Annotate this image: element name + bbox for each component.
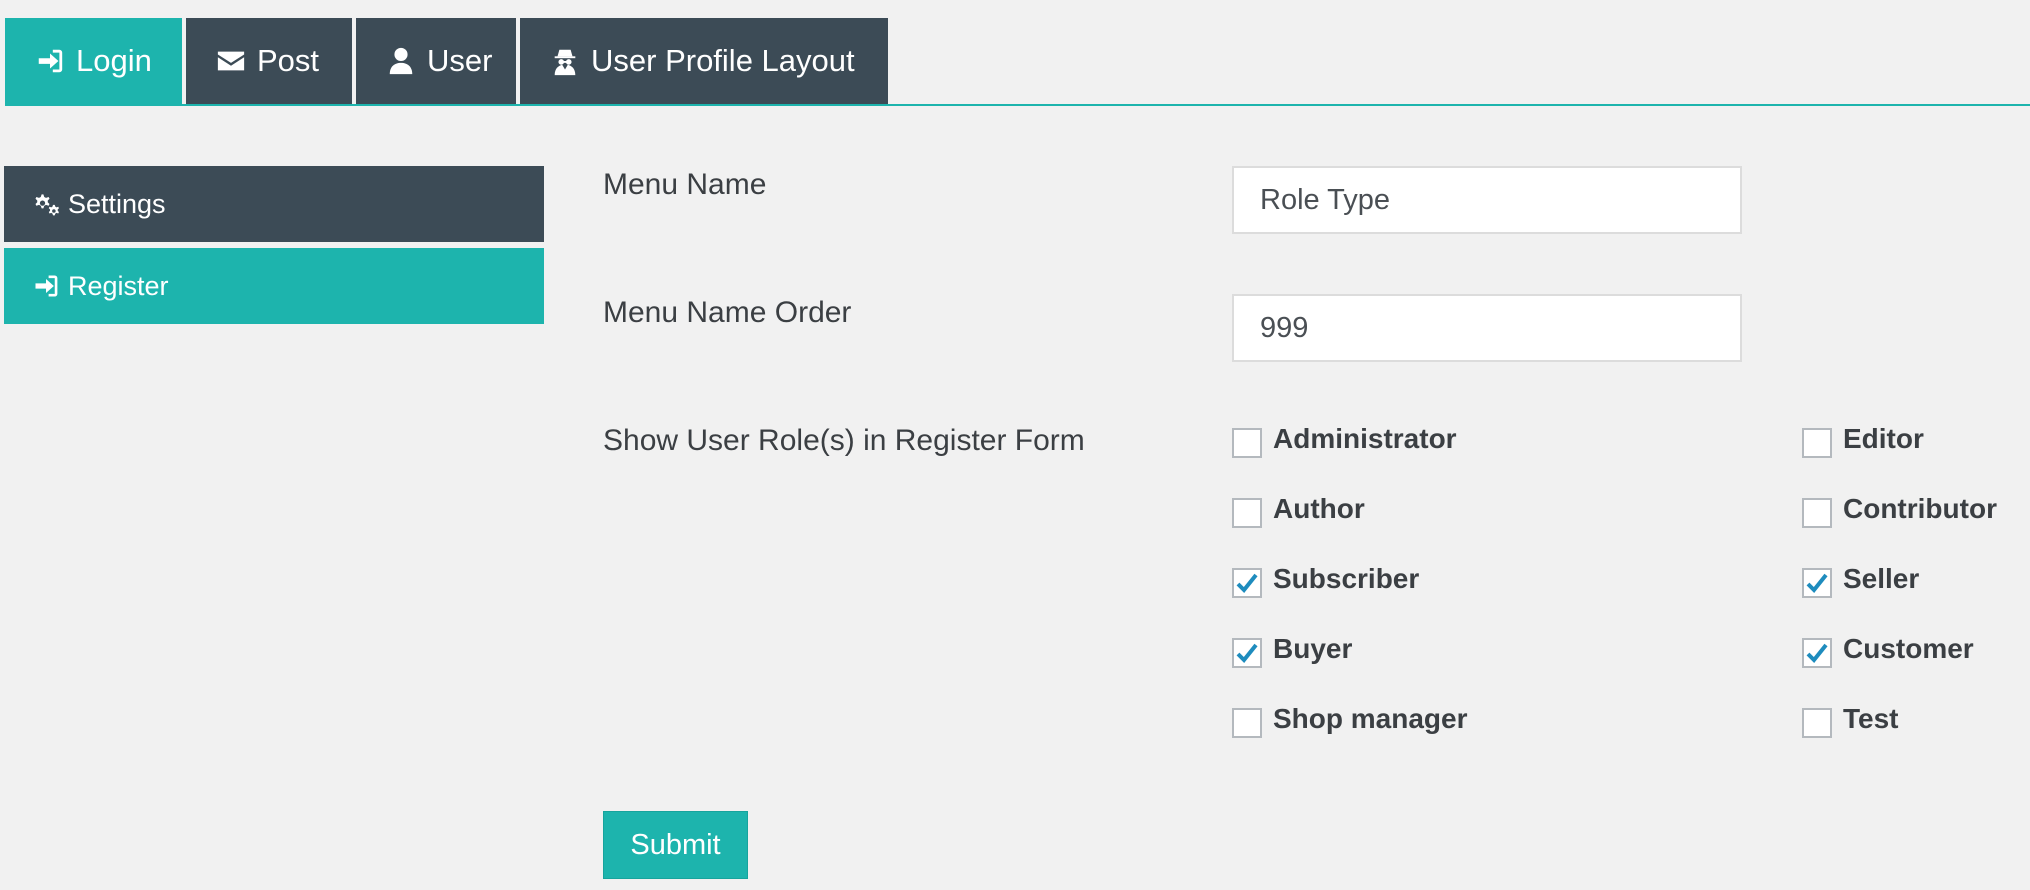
role-option-contributor[interactable]: Contributor [1802, 493, 1997, 528]
role-option-editor[interactable]: Editor [1802, 423, 1924, 458]
user-roles-label: Show User Role(s) in Register Form [603, 424, 1085, 457]
checkmark-icon [1806, 643, 1828, 663]
role-checkbox[interactable] [1802, 708, 1832, 738]
role-option-author[interactable]: Author [1232, 493, 1365, 528]
role-label: Customer [1843, 633, 1974, 664]
role-option-customer[interactable]: Customer [1802, 633, 1974, 668]
user-secret-icon [550, 46, 580, 76]
role-label: Subscriber [1273, 563, 1420, 594]
envelope-icon [216, 46, 246, 76]
role-label: Shop manager [1273, 703, 1468, 734]
menu-name-label: Menu Name [603, 168, 767, 201]
tab-user[interactable]: User [356, 18, 516, 104]
role-label: Buyer [1273, 633, 1353, 664]
role-option-shop-manager[interactable]: Shop manager [1232, 703, 1468, 738]
tab-label: User [427, 43, 493, 78]
tab-label: User Profile Layout [591, 43, 855, 78]
gears-icon [32, 190, 60, 218]
role-checkbox[interactable] [1802, 498, 1832, 528]
role-checkbox[interactable] [1802, 638, 1832, 668]
role-label: Seller [1843, 563, 1920, 594]
tab-login[interactable]: Login [5, 18, 182, 104]
role-option-seller[interactable]: Seller [1802, 563, 1920, 598]
sidebar-item-label: Register [68, 270, 169, 301]
sidebar: Settings Register [4, 166, 544, 330]
checkmark-icon [1236, 573, 1258, 593]
sidebar-item-register[interactable]: Register [4, 248, 544, 324]
role-checkbox[interactable] [1232, 708, 1262, 738]
tab-label: Post [257, 43, 320, 78]
role-label: Editor [1843, 423, 1924, 454]
checkmark-icon [1806, 573, 1828, 593]
sidebar-item-label: Settings [68, 188, 166, 219]
tab-label: Login [76, 43, 152, 78]
role-checkbox[interactable] [1232, 498, 1262, 528]
role-label: Test [1843, 703, 1899, 734]
role-option-buyer[interactable]: Buyer [1232, 633, 1353, 668]
role-checkbox[interactable] [1802, 428, 1832, 458]
menu-name-order-label: Menu Name Order [603, 296, 852, 329]
sidebar-item-settings[interactable]: Settings [4, 166, 544, 242]
sign-in-icon [32, 272, 60, 300]
tab-user-profile-layout[interactable]: User Profile Layout [520, 18, 888, 104]
checkmark-icon [1236, 643, 1258, 663]
menu-name-order-input[interactable] [1232, 294, 1742, 362]
submit-button[interactable]: Submit [603, 811, 748, 879]
menu-name-input[interactable] [1232, 166, 1742, 234]
sign-in-icon [35, 46, 65, 76]
role-label: Author [1273, 493, 1365, 524]
top-tab-bar: Login Post User User Profile Layout [5, 18, 2030, 106]
role-checkbox[interactable] [1232, 428, 1262, 458]
role-label: Contributor [1843, 493, 1997, 524]
role-option-administrator[interactable]: Administrator [1232, 423, 1457, 458]
role-checkbox[interactable] [1232, 568, 1262, 598]
user-icon [386, 46, 416, 76]
role-checkbox[interactable] [1802, 568, 1832, 598]
role-label: Administrator [1273, 423, 1457, 454]
role-option-test[interactable]: Test [1802, 703, 1899, 738]
tab-post[interactable]: Post [186, 18, 352, 104]
role-option-subscriber[interactable]: Subscriber [1232, 563, 1420, 598]
role-checkbox[interactable] [1232, 638, 1262, 668]
